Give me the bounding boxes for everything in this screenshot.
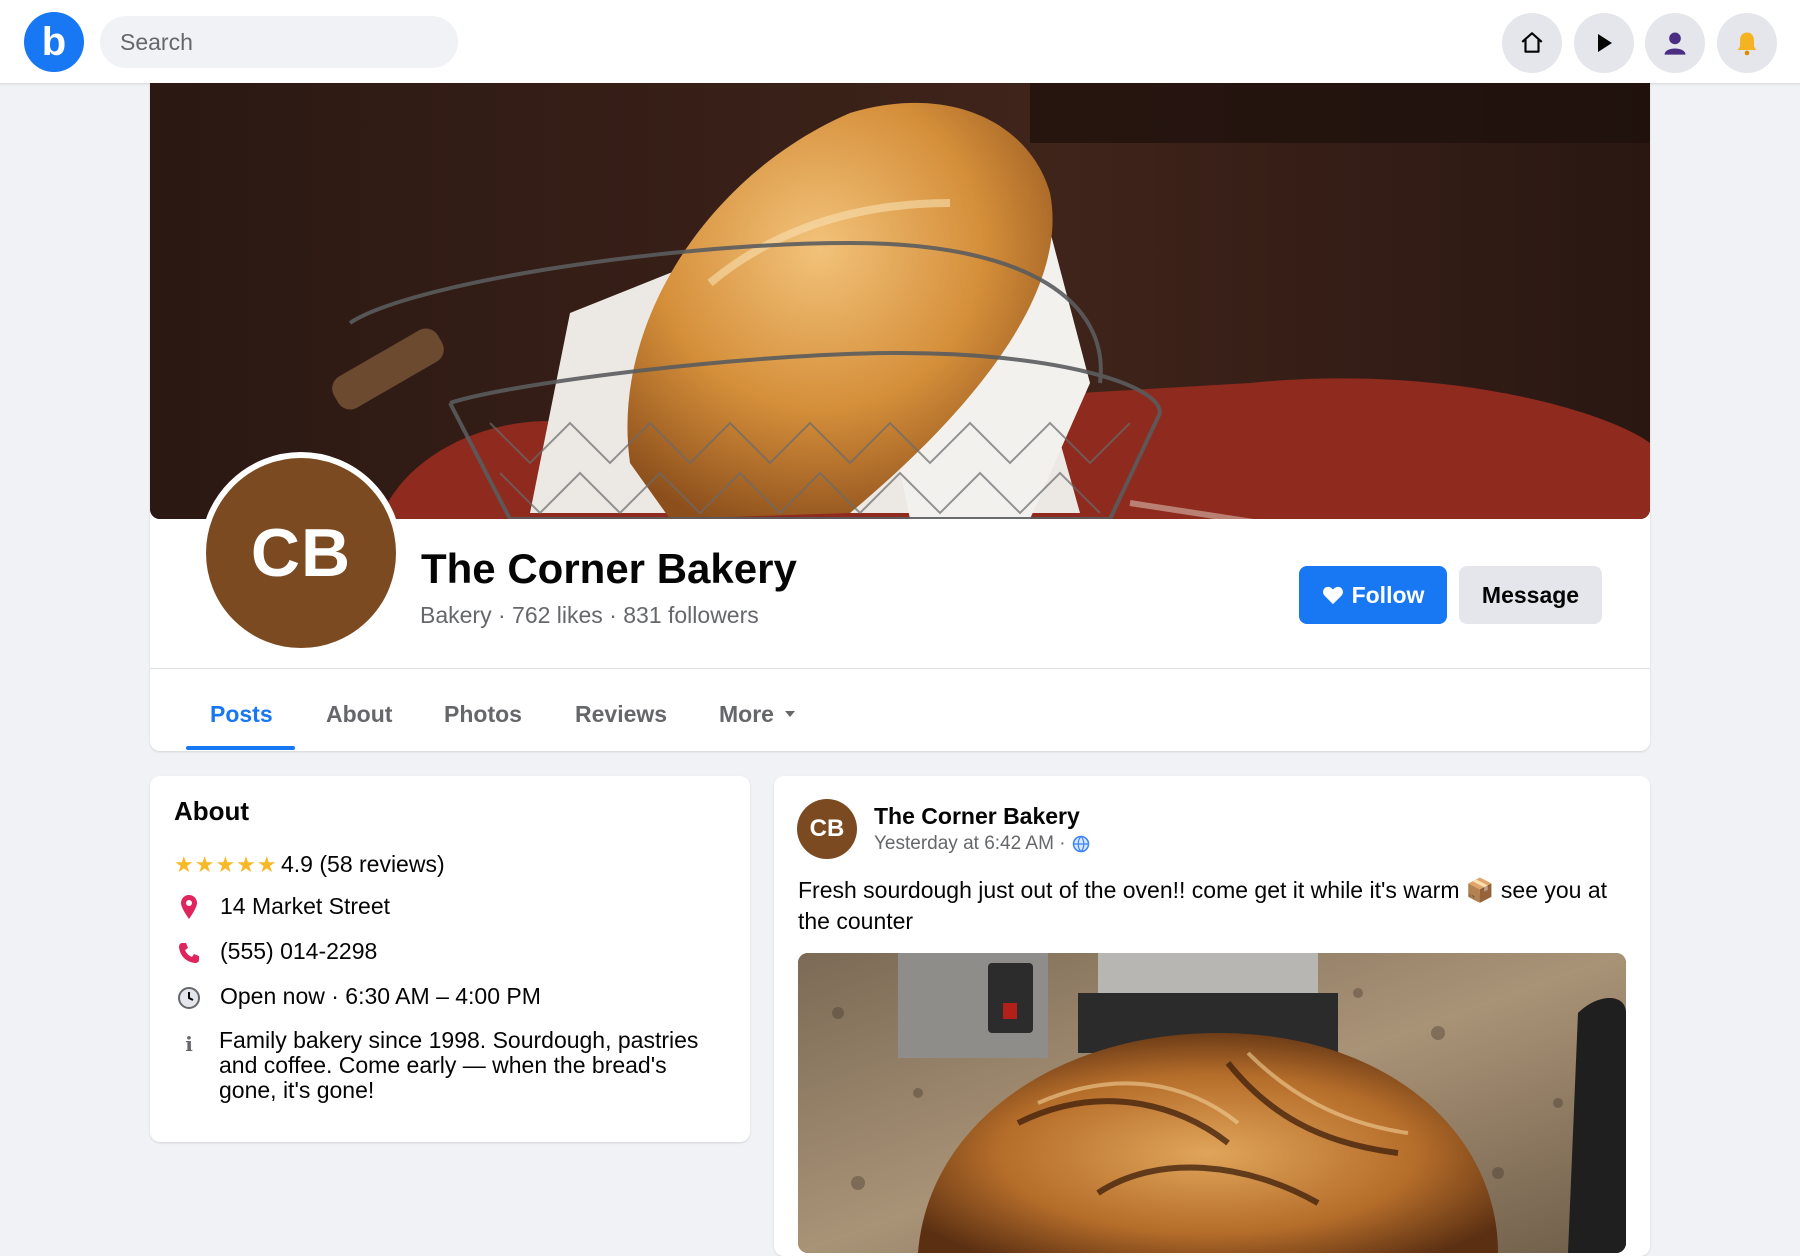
sourdough-photo-illustration: [798, 953, 1626, 1253]
phone-text[interactable]: (555) 014-2298: [220, 938, 377, 965]
bell-icon[interactable]: [1717, 13, 1777, 73]
cover-photo: [150, 83, 1650, 519]
address-text[interactable]: 14 Market Street: [220, 893, 390, 920]
page-subtitle: Bakery · 762 likes · 831 followers: [420, 602, 759, 628]
post-timestamp[interactable]: Yesterday at 6:42 AM ·: [874, 833, 1066, 855]
caret-down-icon: [784, 711, 795, 717]
phone-icon: [176, 940, 202, 966]
follow-label: Follow: [1351, 581, 1425, 608]
page-header-card: [150, 83, 1650, 751]
hours-text: Open now · 6:30 AM – 4:00 PM: [220, 983, 541, 1009]
profile-icon[interactable]: [1645, 13, 1705, 73]
about-heading: About: [174, 796, 250, 826]
post-body-text: Fresh sourdough just out of the oven!! c…: [798, 877, 1608, 934]
rating-stars: ★★★★★: [174, 852, 278, 877]
page-avatar[interactable]: CB: [200, 452, 402, 654]
info-icon: i: [185, 1032, 193, 1056]
follow-button[interactable]: Follow: [1299, 566, 1447, 624]
about-description: Family bakery since 1998. Sourdough, pas…: [219, 1027, 699, 1103]
search-input[interactable]: [100, 16, 458, 68]
tab-reviews[interactable]: Reviews: [551, 686, 691, 742]
tab-posts[interactable]: Posts: [186, 686, 297, 742]
tab-about[interactable]: About: [302, 686, 416, 742]
home-icon[interactable]: [1502, 13, 1562, 73]
tab-more[interactable]: More: [695, 686, 820, 742]
page-title: The Corner Bakery: [421, 545, 797, 592]
tab-photos[interactable]: Photos: [420, 686, 546, 742]
globe-icon: [1072, 835, 1089, 853]
post-author-avatar[interactable]: CB: [797, 799, 857, 859]
rating-text[interactable]: 4.9 (58 reviews): [281, 851, 445, 878]
post-photo[interactable]: [798, 953, 1626, 1253]
header-divider: [150, 668, 1650, 669]
heart-icon: [1322, 586, 1343, 605]
cover-bread-illustration: [150, 83, 1650, 519]
clock-icon: [176, 985, 202, 1011]
play-icon[interactable]: [1574, 13, 1634, 73]
location-pin-icon: [176, 894, 202, 920]
message-button[interactable]: Message: [1459, 566, 1602, 624]
active-tab-indicator: [186, 746, 295, 750]
post-author-name[interactable]: The Corner Bakery: [874, 803, 1080, 830]
message-label: Message: [1481, 581, 1580, 608]
top-navigation-bar: b: [0, 0, 1800, 84]
post-meta: Yesterday at 6:42 AM ·: [874, 833, 1090, 855]
site-logo[interactable]: b: [24, 12, 84, 72]
